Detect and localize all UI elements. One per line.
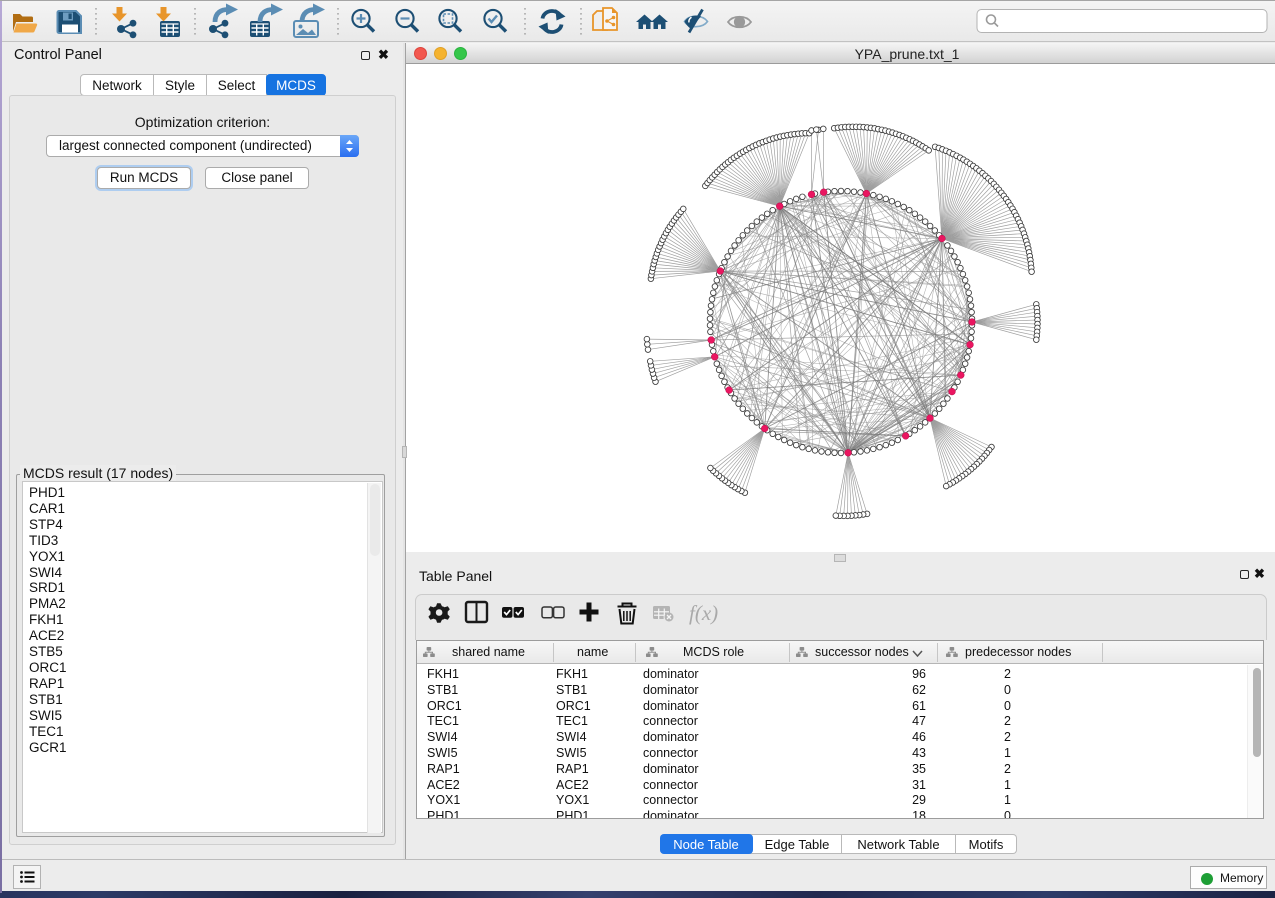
svg-text:f(x): f(x) <box>689 601 718 625</box>
